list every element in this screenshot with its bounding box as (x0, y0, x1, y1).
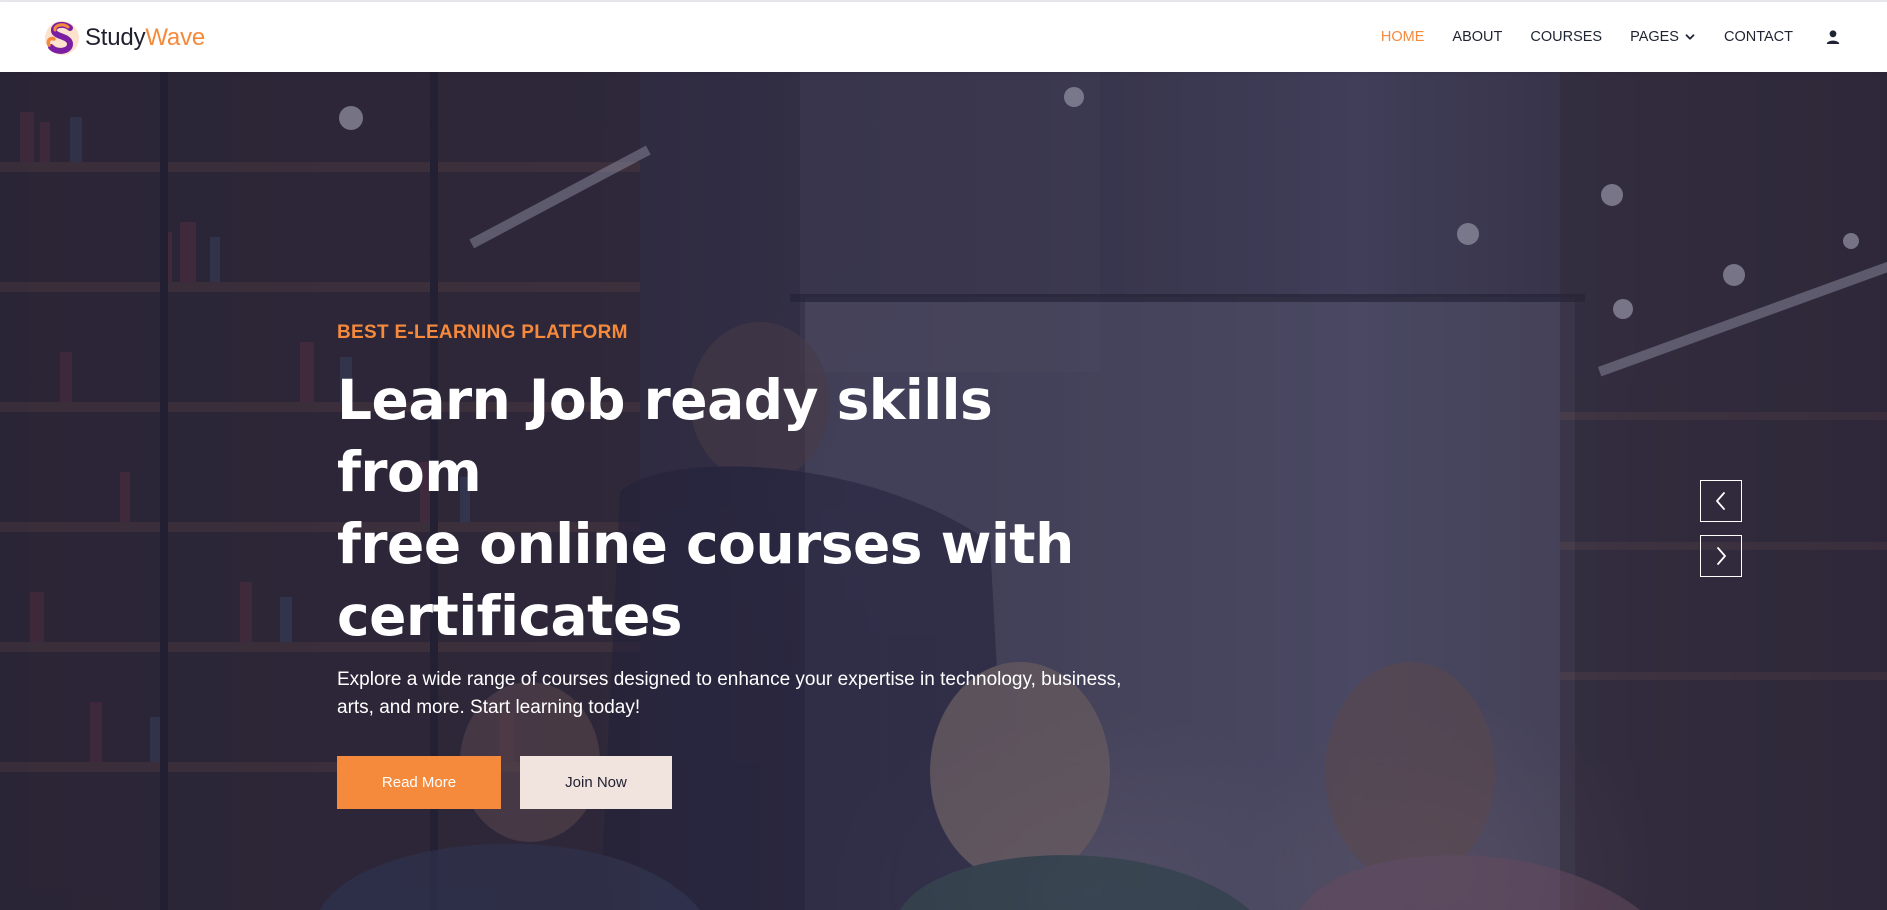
join-now-button[interactable]: Join Now (520, 756, 672, 809)
nav-item-about[interactable]: ABOUT (1452, 29, 1502, 45)
user-icon[interactable] (1825, 29, 1841, 45)
main-nav: HOME ABOUT COURSES PAGES CONTACT (1353, 2, 1841, 72)
chevron-left-icon (1716, 492, 1725, 510)
nav-item-courses[interactable]: COURSES (1530, 29, 1602, 45)
nav-item-pages[interactable]: PAGES (1630, 29, 1696, 45)
brand-logo[interactable]: StudyWave (41, 16, 205, 60)
nav-item-pages-label: PAGES (1630, 29, 1679, 45)
hero-eyebrow: BEST E-LEARNING PLATFORM (337, 322, 628, 343)
brand-name-part2: Wave (145, 24, 206, 51)
hero-description: Explore a wide range of courses designed… (337, 669, 1122, 718)
slider-next-button[interactable] (1700, 535, 1742, 577)
hero-slider: BEST E-LEARNING PLATFORM Learn Job ready… (0, 72, 1887, 910)
nav-item-home[interactable]: HOME (1381, 29, 1425, 45)
hero-headline: Learn Job ready skills from free online … (337, 364, 1137, 652)
slider-prev-button[interactable] (1700, 480, 1742, 522)
chevron-right-icon (1717, 547, 1726, 565)
read-more-button[interactable]: Read More (337, 756, 501, 809)
chevron-down-icon (1685, 34, 1695, 40)
hero-content: BEST E-LEARNING PLATFORM Learn Job ready… (337, 322, 1137, 809)
hero-buttons: Read More Join Now (337, 756, 1137, 809)
brand-name: StudyWave (85, 24, 205, 52)
studywave-s-logo-icon (45, 21, 79, 55)
hero-headline-line: Learn Job ready skills from (337, 368, 993, 504)
hero-headline-line: free online courses with (337, 512, 1074, 576)
nav-item-contact[interactable]: CONTACT (1724, 29, 1793, 45)
site-header: StudyWave HOME ABOUT COURSES PAGES CONTA… (0, 2, 1887, 72)
hero-headline-line: certificates (337, 584, 683, 648)
brand-name-part1: Study (85, 24, 146, 51)
